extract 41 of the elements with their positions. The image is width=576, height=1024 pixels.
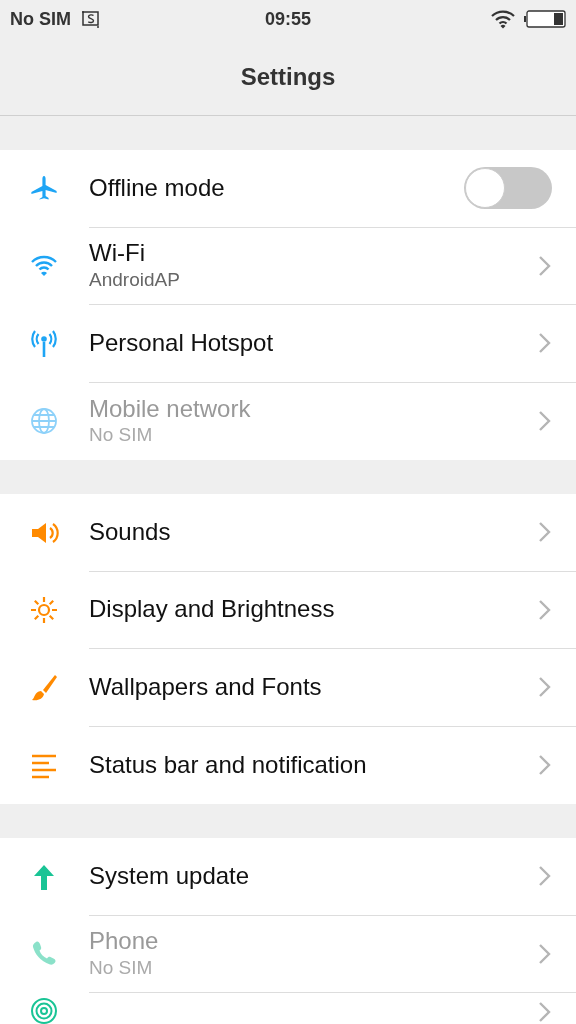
setting-value: No SIM [89,955,154,980]
clock: 09:55 [265,7,311,31]
chevron-icon [538,942,552,965]
settings-row[interactable]: System update [0,838,576,916]
setting-label: Wi-Fi [89,239,146,268]
globe-icon [28,407,59,436]
sim-icon [81,10,101,28]
settings-row[interactable]: Wi-Fi AndroidAP [0,227,576,305]
settings-row[interactable]: Offline mode [0,150,576,228]
settings-row[interactable]: Status bar and notification [0,726,576,804]
setting-label: Wallpapers and Fonts [89,672,323,702]
setting-label: Status bar and notification [89,750,368,780]
chevron-icon [538,410,552,433]
carrier-label: No SIM [10,7,71,31]
setting-label: System update [89,861,251,891]
chevron-icon [538,521,552,544]
setting-value: AndroidAP [89,267,181,292]
chevron-icon [538,332,552,355]
setting-label: Offline mode [89,173,226,203]
wifi-signal-icon [490,9,516,29]
chevron-icon [538,865,552,888]
antenna-icon [28,329,59,358]
settings-row[interactable]: Display and Brightness [0,571,576,649]
page-title: Settings [240,61,336,92]
sun-icon [28,596,59,625]
toggle-switch[interactable] [464,167,552,210]
setting-label: Mobile network [89,394,252,424]
setting-label: Phone [89,927,160,956]
settings-row[interactable]: Personal Hotspot [0,305,576,383]
setting-label: Display and Brightness [89,595,336,625]
setting-label: Personal Hotspot [89,328,275,358]
chevron-icon [538,254,552,277]
settings-row[interactable]: Wallpapers and Fonts [0,649,576,727]
setting-value: No SIM [89,423,154,448]
chevron-icon [538,754,552,777]
battery-icon [524,9,566,29]
settings-row[interactable]: Sounds [0,494,576,572]
chevron-icon [538,676,552,699]
chevron-icon [538,1001,552,1023]
chevron-icon [538,598,552,621]
setting-label: Sounds [89,517,172,547]
